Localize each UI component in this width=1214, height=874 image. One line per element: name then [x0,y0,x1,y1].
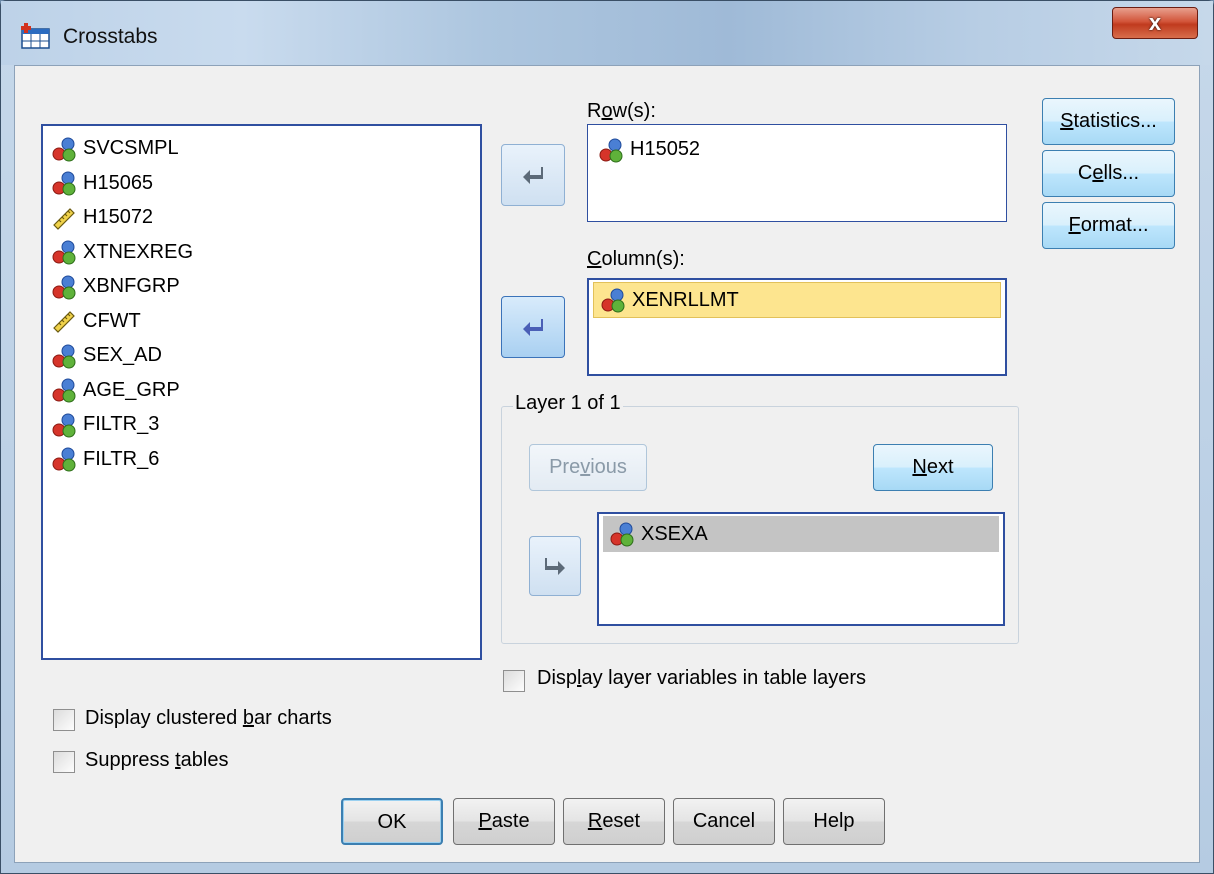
rows-label: Row(s): [587,100,656,122]
display-layer-checkbox[interactable] [503,670,525,692]
list-item-label: XTNEXREG [83,240,194,263]
arrow-right-icon [545,558,565,575]
source-variable-list[interactable]: SVCSMPL H15065 H15072 XTNEXREG XBNFGRP CFWT SE… [41,124,482,660]
nominal-icon [610,522,634,547]
nominal-icon [52,413,76,437]
list-item-label: CFWT [83,309,141,332]
cells-button[interactable]: Cells... [1042,150,1175,197]
nominal-icon [52,344,76,368]
scale-icon [53,311,75,333]
suppress-tables-checkbox[interactable] [53,751,75,773]
list-item[interactable]: XBNFGRP [51,270,180,303]
nominal-icon [52,378,76,403]
crosstabs-app-icon [21,23,50,49]
list-item-label: XENRLLMT [632,288,739,311]
list-item-label: XBNFGRP [83,275,180,297]
reset-button[interactable]: Reset [563,798,665,845]
list-item[interactable]: FILTR_3 [51,408,159,441]
clustered-bar-charts-label[interactable]: Display clustered bar charts [85,707,332,730]
next-button[interactable]: Next [873,444,993,491]
list-item[interactable]: SEX_AD [51,339,162,372]
cancel-button[interactable]: Cancel [673,798,775,845]
statistics-button[interactable]: Statistics... [1042,98,1175,145]
list-item-label: XSEXA [641,522,708,545]
list-item-label: H15052 [630,138,701,160]
window-title: Crosstabs [63,25,158,48]
nominal-icon [52,240,76,265]
list-item-label: FILTR_6 [83,447,160,470]
move-to-columns-button[interactable] [501,296,565,358]
list-item[interactable]: XTNEXREG [51,236,193,269]
move-to-rows-button[interactable] [501,144,565,206]
nominal-icon [52,137,76,161]
nominal-icon [52,275,76,299]
layer-list[interactable]: XSEXA [597,512,1005,626]
move-to-layer-button[interactable] [529,536,581,596]
list-item[interactable]: H15052 [598,133,700,166]
list-item[interactable]: H15072 [51,201,153,234]
list-item[interactable]: CFWT [51,305,141,338]
dialog-client-area: SVCSMPL H15065 H15072 XTNEXREG XBNFGRP CFWT SE… [14,65,1200,863]
previous-button[interactable]: Previous [529,444,647,491]
list-item-label: H15065 [83,171,154,194]
arrow-left-icon [523,167,543,184]
scale-icon [53,207,75,230]
list-item-label: AGE_GRP [83,378,180,401]
rows-list[interactable]: H15052 [587,124,1007,222]
title-bar[interactable]: Crosstabs x [1,1,1213,65]
close-button[interactable]: x [1112,7,1198,39]
arrow-left-icon [523,319,543,336]
list-item[interactable]: SVCSMPL [51,132,179,165]
clustered-bar-charts-checkbox[interactable] [53,709,75,731]
list-item[interactable]: H15065 [51,167,153,200]
display-layer-label[interactable]: Display layer variables in table layers [537,667,866,690]
nominal-icon [599,138,623,162]
list-item-label: H15072 [83,206,154,228]
list-item[interactable]: AGE_GRP [51,374,180,407]
ok-button[interactable]: OK [341,798,443,845]
list-item-selected[interactable]: XENRLLMT [593,282,1001,318]
suppress-tables-label[interactable]: Suppress tables [85,749,228,772]
list-item-selected[interactable]: XSEXA [603,516,999,552]
list-item-label: FILTR_3 [83,413,160,435]
paste-button[interactable]: Paste [453,798,555,845]
help-button[interactable]: Help [783,798,885,845]
layer-label: Layer 1 of 1 [513,392,623,415]
format-button[interactable]: Format... [1042,202,1175,249]
list-item-label: SEX_AD [83,344,162,366]
nominal-icon [52,171,76,196]
list-item-label: SVCSMPL [83,137,179,159]
nominal-icon [601,288,625,313]
nominal-icon [52,447,76,472]
columns-list[interactable]: XENRLLMT [587,278,1007,376]
columns-label: Column(s): [587,248,685,270]
crosstabs-dialog: Crosstabs x SVCSMPL H15065 H15072 XTNEXREG X… [0,0,1214,874]
list-item[interactable]: FILTR_6 [51,443,159,476]
